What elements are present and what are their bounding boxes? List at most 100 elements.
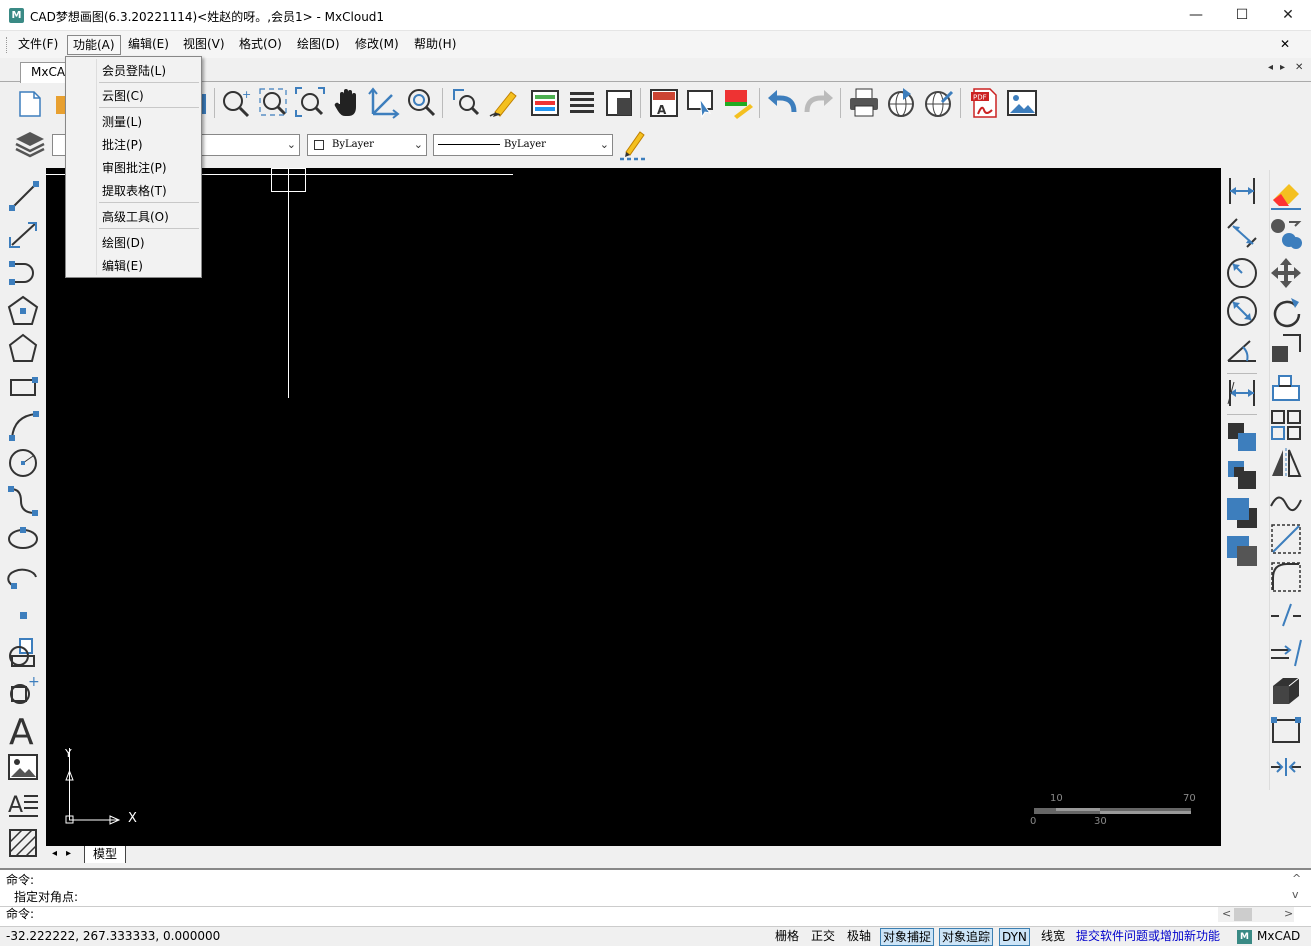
circle-icon[interactable] [6,446,40,480]
pencil-edit-icon[interactable] [487,86,519,120]
menu-draw[interactable]: 绘图(D) [292,35,345,55]
pdf-export-icon[interactable]: PDF [968,86,1000,120]
grid-toggle[interactable]: 栅格 [773,928,801,946]
move-icon[interactable] [1269,256,1303,290]
select-cursor-icon[interactable] [685,86,717,120]
polar-toggle[interactable]: 极轴 [845,928,873,946]
line-color-pencil-icon[interactable] [617,128,649,162]
menu-edit[interactable]: 编辑(E) [123,35,174,55]
scale-icon[interactable] [1269,332,1303,366]
menu-item-member-login[interactable]: 会员登陆(L) [102,62,166,79]
layout-scroll-left-button[interactable]: ◂ [52,848,57,859]
new-file-icon[interactable] [14,86,46,120]
ellipse-icon[interactable] [6,522,40,556]
3d-box-icon[interactable] [1269,674,1303,708]
ray-icon[interactable] [6,217,40,251]
zoom-window-icon[interactable] [257,86,289,120]
zoom-previous-icon[interactable] [450,86,482,120]
layout-scroll-right-button[interactable]: ▸ [66,848,71,859]
scroll-down-button[interactable]: v [1292,888,1299,901]
minimize-button[interactable]: — [1173,0,1219,31]
menu-format[interactable]: 格式(O) [234,35,287,55]
tab-model[interactable]: 模型 [84,846,127,863]
tab-scroll-right-button[interactable]: ▸ [1280,62,1285,73]
polyline-icon[interactable] [6,256,40,290]
menu-function[interactable]: 功能(A) [67,35,121,55]
menu-help[interactable]: 帮助(H) [409,35,461,55]
rectangle-icon[interactable] [6,370,40,404]
baseline-dimension-icon[interactable] [1225,376,1259,410]
polygon-icon[interactable] [6,294,40,328]
lineweight-toggle[interactable]: 线宽 [1039,928,1067,946]
object-track-toggle[interactable]: 对象追踪 [939,928,994,946]
image-export-icon[interactable] [1006,86,1038,120]
scroll-right-button[interactable]: > [1284,907,1293,920]
print-icon[interactable] [848,86,880,120]
text-icon[interactable]: A [6,712,40,753]
scroll-left-button[interactable]: < [1222,907,1231,920]
chamfer-icon[interactable] [1269,522,1303,556]
menu-item-review-annotate[interactable]: 审图批注(P) [102,159,167,176]
send-under-icon[interactable] [1225,534,1259,568]
web-export-icon[interactable] [922,86,954,120]
join-icon[interactable] [1269,750,1303,784]
ucs-axis-icon[interactable] [368,86,400,120]
wave-curve-icon[interactable] [1269,484,1303,518]
erase-icon[interactable] [1269,178,1303,212]
hatch-icon[interactable] [6,826,40,860]
mdi-close-button[interactable]: ✕ [1280,37,1290,51]
scroll-up-button[interactable]: ^ [1292,872,1301,885]
menu-item-extract-table[interactable]: 提取表格(T) [102,182,167,199]
ortho-toggle[interactable]: 正交 [809,928,837,946]
copy-object-icon[interactable] [1269,216,1303,250]
image-icon[interactable] [6,750,40,784]
menu-modify[interactable]: 修改(M) [350,35,404,55]
object-snap-toggle[interactable]: 对象捕捉 [880,928,935,946]
rotate-icon[interactable] [1269,294,1303,328]
break-icon[interactable] [1269,598,1303,632]
arc-icon[interactable] [6,408,40,442]
array-icon[interactable] [1269,408,1303,442]
menu-file[interactable]: 文件(F) [13,35,63,55]
send-to-back-icon[interactable] [1225,458,1259,492]
point-icon[interactable] [6,598,40,632]
radius-dimension-icon[interactable] [1225,256,1259,290]
layer-manager-icon[interactable] [12,128,48,162]
block-icon[interactable] [603,86,635,120]
color-combo[interactable]: ByLayer ⌄ [307,134,427,156]
bring-above-icon[interactable] [1225,496,1259,530]
tab-close-button[interactable]: ✕ [1295,62,1303,73]
bring-to-front-icon[interactable] [1225,420,1259,454]
pentagon-icon[interactable] [6,332,40,366]
text-style-icon[interactable]: A [648,86,680,120]
undo-icon[interactable] [766,86,798,120]
ellipse-arc-icon[interactable] [6,560,40,594]
linear-dimension-icon[interactable] [1225,174,1259,208]
explode-icon[interactable] [1269,712,1303,746]
extend-icon[interactable] [1269,636,1303,670]
mirror-icon[interactable] [1269,446,1303,480]
menu-view[interactable]: 视图(V) [178,35,230,55]
redo-icon[interactable] [803,86,835,120]
pan-hand-icon[interactable] [331,86,363,120]
menu-item-draw[interactable]: 绘图(D) [102,234,145,251]
zoom-extents-icon[interactable] [294,86,326,120]
layer-table-icon[interactable] [529,86,561,120]
stretch-icon[interactable] [1269,370,1303,404]
zoom-realtime-icon[interactable] [405,86,437,120]
menu-item-edit[interactable]: 编辑(E) [102,257,143,274]
close-button[interactable]: ✕ [1265,0,1311,31]
menu-item-advanced-tools[interactable]: 高级工具(O) [102,208,169,225]
command-input[interactable] [46,906,1216,923]
fillet-icon[interactable] [1269,560,1303,594]
scroll-thumb[interactable] [1234,908,1252,921]
maximize-button[interactable]: ☐ [1219,0,1265,31]
linetype-combo[interactable]: ByLayer ⌄ [433,134,613,156]
tab-scroll-left-button[interactable]: ◂ [1268,62,1273,73]
multiline-text-icon[interactable]: A [6,788,40,822]
line-icon[interactable] [6,178,40,212]
menu-item-measure[interactable]: 测量(L) [102,113,142,130]
aligned-dimension-icon[interactable] [1225,216,1259,250]
lineweight-list-icon[interactable] [566,86,598,120]
insert-block-icon[interactable] [6,636,40,670]
